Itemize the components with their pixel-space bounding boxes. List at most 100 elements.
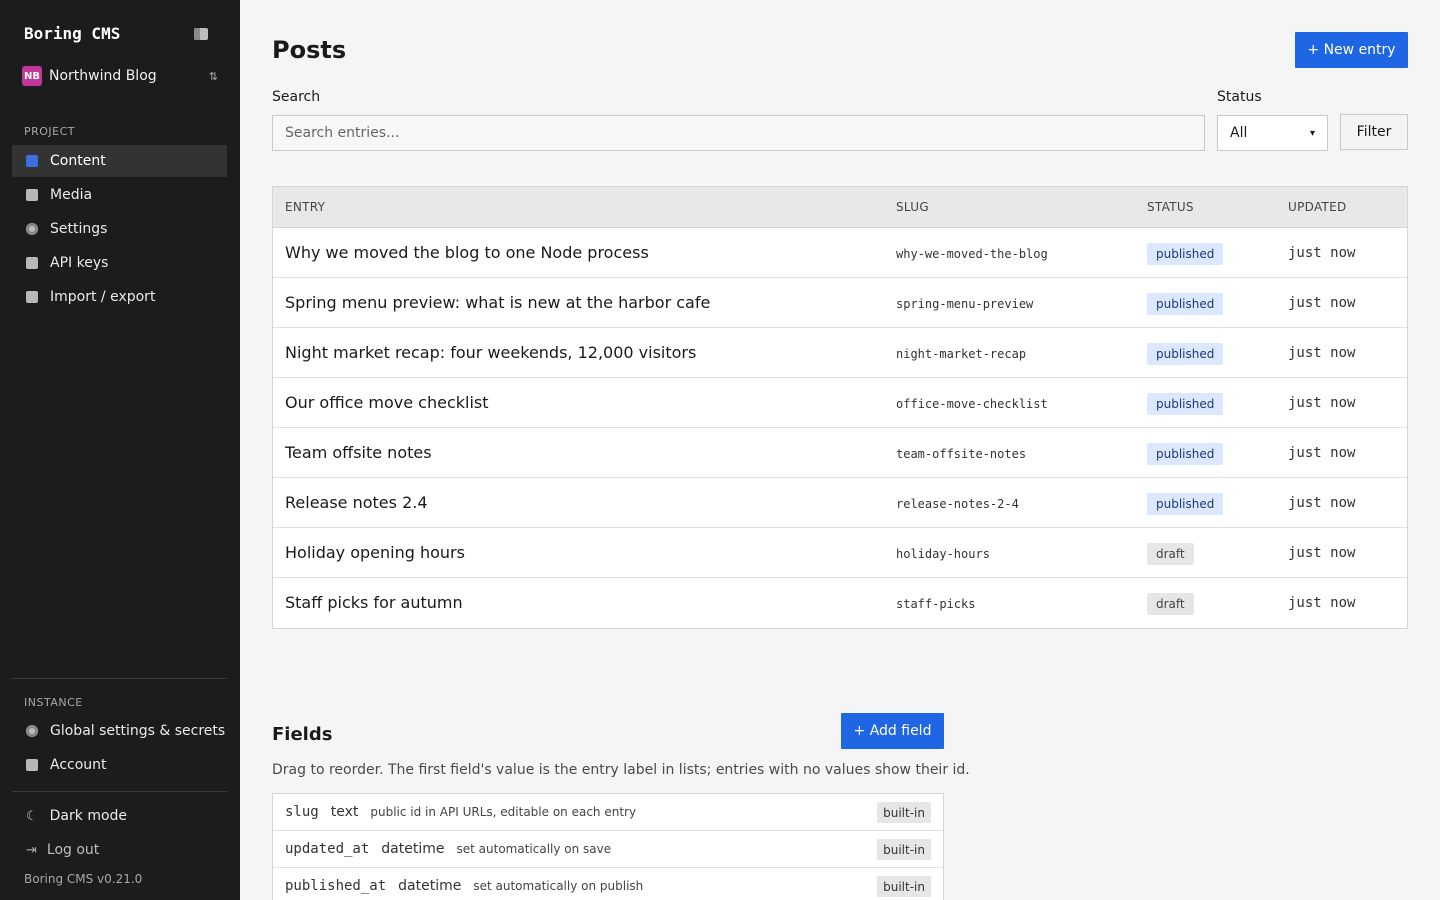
field-name: updated_at [285, 841, 370, 857]
swap-icon: ⇅ [208, 69, 218, 83]
entry-slug: night-market-recap [896, 347, 1027, 361]
entry-title[interactable]: Holiday opening hours [285, 543, 465, 562]
chevron-down-icon: ▾ [1309, 127, 1315, 139]
field-name: published_at [285, 878, 387, 894]
entry-title[interactable]: Release notes 2.4 [285, 493, 428, 512]
built-in-badge: built-in [877, 802, 931, 823]
column-header-slug[interactable]: SLUG [896, 200, 929, 214]
sidebar-item-label: Import / export [50, 289, 156, 305]
moon-icon: ☾ [26, 808, 38, 824]
column-header-updated[interactable]: UPDATED [1288, 200, 1347, 214]
entry-updated: just now [1288, 495, 1356, 511]
entry-title[interactable]: Our office move checklist [285, 393, 489, 412]
collapse-sidebar-icon[interactable] [194, 28, 208, 40]
built-in-badge: built-in [877, 876, 931, 897]
entry-updated: just now [1288, 295, 1356, 311]
entry-title[interactable]: Night market recap: four weekends, 12,00… [285, 343, 696, 362]
table-row[interactable]: Our office move checklist office-move-che… [273, 378, 1407, 428]
sidebar-item-label: Media [50, 187, 93, 203]
status-badge: published [1147, 343, 1224, 365]
field-row[interactable]: published_at datetime set automatically on… [273, 868, 943, 900]
sidebar-item-label: API keys [50, 255, 109, 271]
entry-slug: holiday-hours [896, 547, 990, 561]
project-avatar: NB [22, 66, 42, 86]
table-header: ENTRY SLUG STATUS UPDATED [273, 187, 1407, 228]
sidebar-item-label: Settings [50, 221, 108, 237]
image-icon [26, 189, 38, 201]
new-entry-button[interactable]: + New entry [1295, 32, 1408, 68]
table-row[interactable]: Night market recap: four weekends, 12,00… [273, 328, 1407, 378]
entry-slug: staff-picks [896, 597, 976, 611]
status-badge: published [1147, 243, 1224, 265]
project-section-label: PROJECT [24, 125, 76, 138]
add-field-button[interactable]: + Add field [841, 713, 944, 749]
entry-updated: just now [1288, 345, 1356, 361]
id-card-icon [26, 759, 38, 771]
entry-slug: release-notes-2-4 [896, 497, 1019, 511]
project-name: Northwind Blog [49, 68, 157, 84]
table-row[interactable]: Release notes 2.4 release-notes-2-4 publis… [273, 478, 1407, 528]
entry-slug: spring-menu-preview [896, 297, 1034, 311]
logout-icon: ⇥ [26, 842, 37, 858]
logout-label: Log out [46, 842, 100, 858]
entry-title[interactable]: Team offsite notes [285, 443, 432, 462]
built-in-badge: built-in [877, 839, 931, 860]
divider [12, 678, 227, 679]
sidebar-item-settings[interactable]: Settings [12, 213, 227, 245]
field-type: datetime [381, 841, 445, 857]
sidebar-item-label: Global settings & secrets [50, 723, 226, 739]
entry-updated: just now [1288, 545, 1356, 561]
project-switcher[interactable]: NB Northwind Blog ⇅ [22, 65, 218, 87]
field-type: text [330, 804, 359, 820]
sidebar: Boring CMS NB Northwind Blog ⇅ PROJECT C… [0, 0, 240, 900]
sidebar-item-media[interactable]: Media [12, 179, 227, 211]
entry-title[interactable]: Staff picks for autumn [285, 593, 463, 612]
status-select[interactable]: All ▾ [1217, 115, 1328, 151]
status-badge: draft [1147, 543, 1194, 565]
table-row[interactable]: Spring menu preview: what is new at the … [273, 278, 1407, 328]
fields-title: Fields [272, 724, 333, 745]
field-name: slug [285, 804, 319, 820]
fields-description: Drag to reorder. The first field's value… [272, 762, 970, 778]
content-icon [26, 155, 38, 167]
status-badge: published [1147, 443, 1224, 465]
version-label: Boring CMS v0.21.0 [24, 872, 143, 886]
search-input[interactable] [272, 115, 1205, 151]
table-row[interactable]: Holiday opening hours holiday-hours draft j… [273, 528, 1407, 578]
field-description: set automatically on save [456, 842, 612, 856]
field-type: datetime [398, 878, 462, 894]
status-badge: draft [1147, 593, 1194, 615]
instance-section-label: INSTANCE [24, 696, 83, 709]
column-header-entry[interactable]: ENTRY [285, 200, 325, 214]
key-icon [26, 257, 38, 269]
sidebar-item-global-settings[interactable]: Global settings & secrets [12, 715, 227, 747]
entry-slug: office-move-checklist [896, 397, 1048, 411]
entry-title[interactable]: Why we moved the blog to one Node proces… [285, 243, 649, 262]
entry-slug: why-we-moved-the-blog [896, 247, 1048, 261]
field-description: set automatically on publish [473, 879, 644, 893]
entry-updated: just now [1288, 395, 1356, 411]
sidebar-item-content[interactable]: Content [12, 145, 227, 177]
field-row[interactable]: slug text public id in API URLs, editable … [273, 794, 943, 831]
column-header-status[interactable]: STATUS [1147, 200, 1194, 214]
dark-mode-toggle[interactable]: ☾ Dark mode [12, 800, 227, 832]
field-row[interactable]: updated_at datetime set automatically on s… [273, 831, 943, 868]
transfer-icon [26, 291, 38, 303]
sidebar-item-api-keys[interactable]: API keys [12, 247, 227, 279]
sidebar-item-account[interactable]: Account [12, 749, 227, 781]
sidebar-item-import-export[interactable]: Import / export [12, 281, 227, 313]
field-description: public id in API URLs, editable on each … [370, 805, 637, 819]
table-row[interactable]: Team offsite notes team-offsite-notes publ… [273, 428, 1407, 478]
fields-list: slug text public id in API URLs, editable … [272, 793, 944, 900]
entry-updated: just now [1288, 445, 1356, 461]
gear-icon [26, 223, 38, 235]
entry-updated: just now [1288, 595, 1356, 611]
logout-button[interactable]: ⇥ Log out [12, 834, 227, 866]
table-row[interactable]: Staff picks for autumn staff-picks draft ju… [273, 578, 1407, 628]
gear-icon [26, 725, 38, 737]
entry-title[interactable]: Spring menu preview: what is new at the … [285, 293, 710, 312]
brand-title: Boring CMS [24, 24, 121, 43]
filter-button[interactable]: Filter [1340, 114, 1408, 150]
table-row[interactable]: Why we moved the blog to one Node proces… [273, 228, 1407, 278]
search-label: Search [272, 89, 321, 105]
